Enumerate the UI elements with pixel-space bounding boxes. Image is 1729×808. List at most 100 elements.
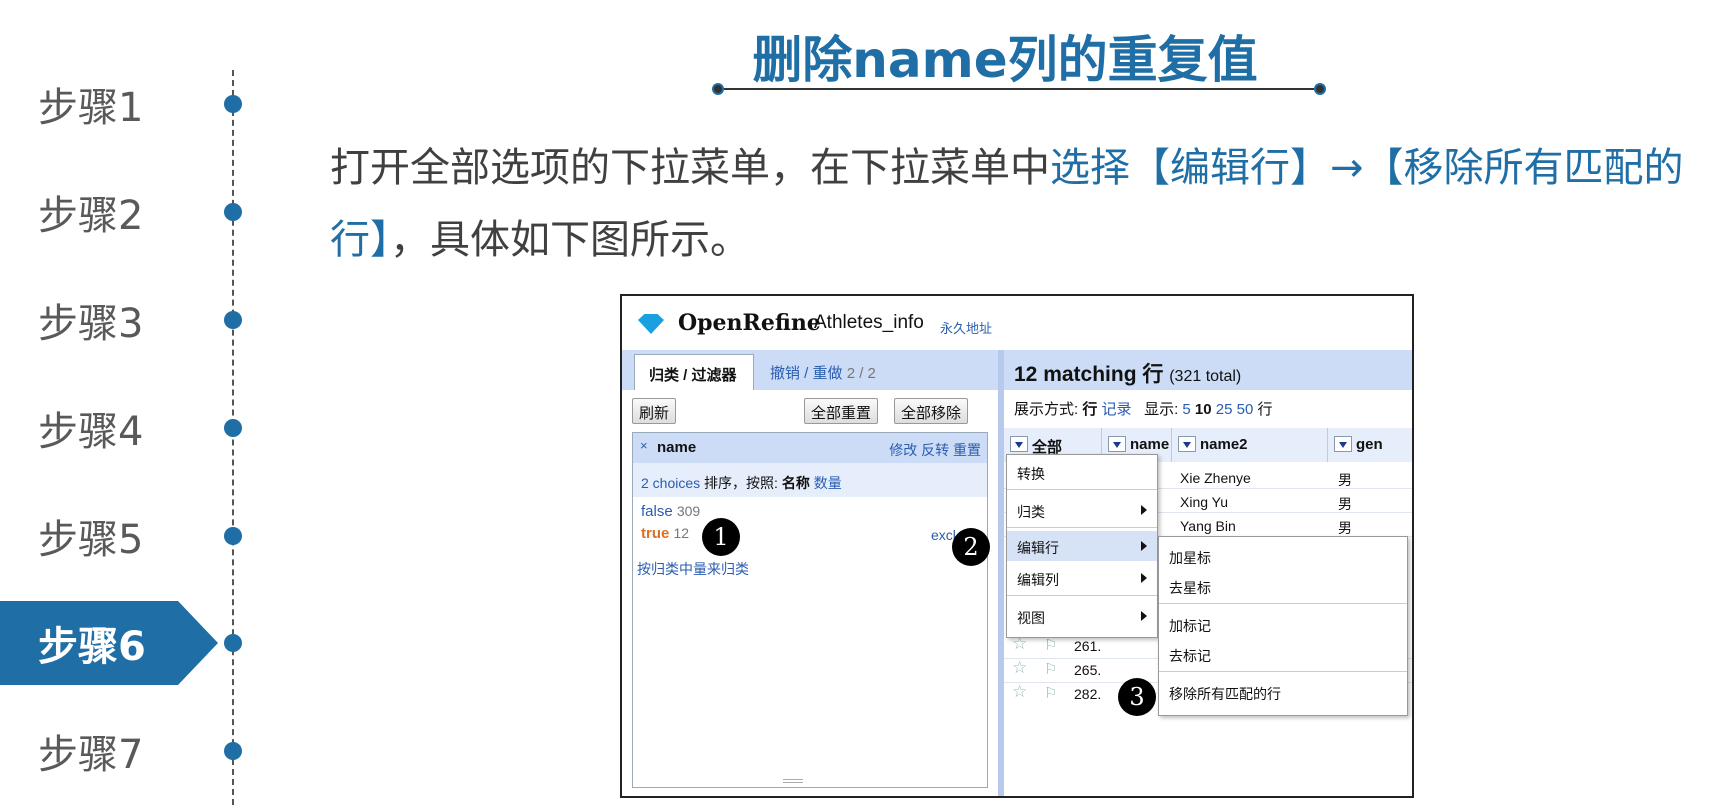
records-mode-link[interactable]: 记录 xyxy=(1102,401,1132,418)
menu-item-transform[interactable]: 转换 xyxy=(1007,457,1157,487)
reset-all-button[interactable]: 全部重置 xyxy=(804,398,879,424)
matching-count: 12 matching 行 xyxy=(1014,363,1164,386)
choice-label: true xyxy=(641,525,670,542)
view-options: 展示方式: 行 记录 显示: 5 10 25 50 行 xyxy=(1014,398,1273,419)
star-icon[interactable]: ☆ xyxy=(1012,682,1027,702)
project-name[interactable]: Athletes_info xyxy=(814,312,924,334)
menu-item-unflag[interactable]: 去标记 xyxy=(1159,639,1407,669)
column-dropdown-menu: 转换 归类 编辑行 编辑列 视图 xyxy=(1006,454,1158,638)
menu-item-unstar[interactable]: 去星标 xyxy=(1159,571,1407,601)
facet-reset-link[interactable]: 重置 xyxy=(953,442,981,458)
chevron-down-icon[interactable] xyxy=(1108,436,1126,452)
sort-by-name[interactable]: 名称 xyxy=(782,475,810,491)
menu-separator xyxy=(1159,603,1407,604)
title-underline xyxy=(718,88,1322,90)
facet-invert-link[interactable]: 反转 xyxy=(921,442,949,458)
menu-item-remove-matching-rows[interactable]: 移除所有匹配的行 xyxy=(1159,677,1407,707)
menu-item-label: 去标记 xyxy=(1169,648,1211,664)
menu-item-flag[interactable]: 加标记 xyxy=(1159,609,1407,639)
cell-name2[interactable]: Yang Bin xyxy=(1180,518,1236,534)
chevron-down-icon[interactable] xyxy=(1010,436,1028,452)
step-4[interactable]: 步骤4 xyxy=(0,386,242,470)
menu-item-label: 去星标 xyxy=(1169,580,1211,596)
cell-gender[interactable]: 男 xyxy=(1338,494,1352,514)
facet-choice-true[interactable]: true 12 xyxy=(641,525,689,542)
remove-all-button[interactable]: 全部移除 xyxy=(894,398,969,424)
step-2[interactable]: 步骤2 xyxy=(0,170,242,254)
menu-item-star[interactable]: 加星标 xyxy=(1159,541,1407,571)
cell-gender[interactable]: 男 xyxy=(1338,470,1352,490)
page-title: 删除name列的重复值 xyxy=(752,31,1258,89)
step-dot xyxy=(224,527,242,545)
menu-item-label: 加标记 xyxy=(1169,618,1211,634)
page-size-50[interactable]: 50 xyxy=(1237,401,1254,418)
menu-item-edit-columns[interactable]: 编辑列 xyxy=(1007,563,1157,593)
title-underline-dot xyxy=(1314,83,1326,95)
permalink-link[interactable]: 永久地址 xyxy=(940,318,992,337)
step-3[interactable]: 步骤3 xyxy=(0,278,242,362)
page-size-5[interactable]: 5 xyxy=(1182,401,1190,418)
close-icon[interactable]: × xyxy=(640,438,648,453)
sort-by-count[interactable]: 数量 xyxy=(814,475,842,491)
facet-choice-false[interactable]: false 309 xyxy=(641,503,700,520)
column-label: name2 xyxy=(1200,436,1248,453)
flag-icon[interactable]: ⚐ xyxy=(1044,636,1057,654)
step-label: 步骤4 xyxy=(38,409,144,455)
chevron-right-icon xyxy=(1141,541,1147,551)
step-dot xyxy=(224,419,242,437)
step-label: 步骤5 xyxy=(38,517,144,563)
menu-item-edit-rows[interactable]: 编辑行 xyxy=(1007,531,1157,561)
tab-facets[interactable]: 归类 / 过滤器 xyxy=(634,354,754,390)
rows-mode[interactable]: 行 xyxy=(1082,401,1097,418)
facet-panel: 归类 / 过滤器 撤销 / 重做 2 / 2 刷新 全部重置 全部移除 × na… xyxy=(622,350,998,796)
chevron-down-icon[interactable] xyxy=(1178,436,1196,452)
step-label: 步骤7 xyxy=(38,732,144,778)
facet-sort-bar: 2 choices 排序，按照: 名称 数量 xyxy=(633,463,987,497)
star-icon[interactable]: ☆ xyxy=(1012,658,1027,678)
step-dot xyxy=(224,634,242,652)
chevron-right-icon xyxy=(1141,573,1147,583)
flag-icon[interactable]: ⚐ xyxy=(1044,684,1057,702)
menu-item-label: 转换 xyxy=(1017,466,1045,482)
refresh-button[interactable]: 刷新 xyxy=(632,398,677,424)
step-label: 步骤2 xyxy=(38,193,144,239)
step-6-active[interactable]: 步骤6 xyxy=(0,601,242,685)
instruction-text: 打开全部选项的下拉菜单，在下拉菜单中选择【编辑行】→【移除所有匹配的行】，具体如… xyxy=(330,132,1720,276)
edit-rows-submenu: 加星标 去星标 加标记 去标记 移除所有匹配的行 xyxy=(1158,536,1408,716)
menu-separator xyxy=(1007,595,1157,596)
matching-rows-title: 12 matching 行 (321 total) xyxy=(1014,358,1241,388)
cluster-link[interactable]: 按归类中量来归类 xyxy=(637,559,749,579)
tab-undo-label: 撤销 / 重做 xyxy=(770,365,843,382)
step-5[interactable]: 步骤5 xyxy=(0,494,242,578)
step-badge-2: 2 xyxy=(952,528,990,566)
app-brand: OpenRefine xyxy=(678,310,821,336)
page-size-25[interactable]: 25 xyxy=(1216,401,1233,418)
choice-count-value: 309 xyxy=(676,503,701,519)
menu-item-facet[interactable]: 归类 xyxy=(1007,495,1157,525)
cell-gender[interactable]: 男 xyxy=(1338,518,1352,538)
cell-name2[interactable]: Xing Yu xyxy=(1180,494,1228,510)
menu-separator xyxy=(1007,489,1157,490)
menu-item-label: 视图 xyxy=(1017,610,1045,626)
choice-label: false xyxy=(641,503,673,520)
step-7[interactable]: 步骤7 xyxy=(0,709,242,793)
flag-icon[interactable]: ⚐ xyxy=(1044,660,1057,678)
step-timeline xyxy=(232,70,234,805)
resize-handle[interactable] xyxy=(783,779,803,783)
cell-name2[interactable]: Xie Zhenye xyxy=(1180,470,1251,486)
menu-separator xyxy=(1159,671,1407,672)
menu-item-view[interactable]: 视图 xyxy=(1007,601,1157,631)
facet-actions: 修改 反转 重置 xyxy=(889,440,981,460)
facet-edit-link[interactable]: 修改 xyxy=(889,442,917,458)
column-label: name xyxy=(1130,436,1170,453)
chevron-down-icon[interactable] xyxy=(1334,436,1352,452)
column-header-name2[interactable]: name2 xyxy=(1172,428,1328,462)
show-label: 显示: xyxy=(1144,401,1179,418)
menu-item-label: 编辑行 xyxy=(1017,540,1059,556)
column-header-gender[interactable]: gen xyxy=(1328,428,1412,462)
page-size-10[interactable]: 10 xyxy=(1195,401,1212,418)
tab-undo-redo[interactable]: 撤销 / 重做 2 / 2 xyxy=(770,362,876,383)
menu-item-label: 移除所有匹配的行 xyxy=(1169,686,1281,702)
step-1[interactable]: 步骤1 xyxy=(0,62,242,146)
app-header: OpenRefine Athletes_info 永久地址 xyxy=(622,296,1412,350)
